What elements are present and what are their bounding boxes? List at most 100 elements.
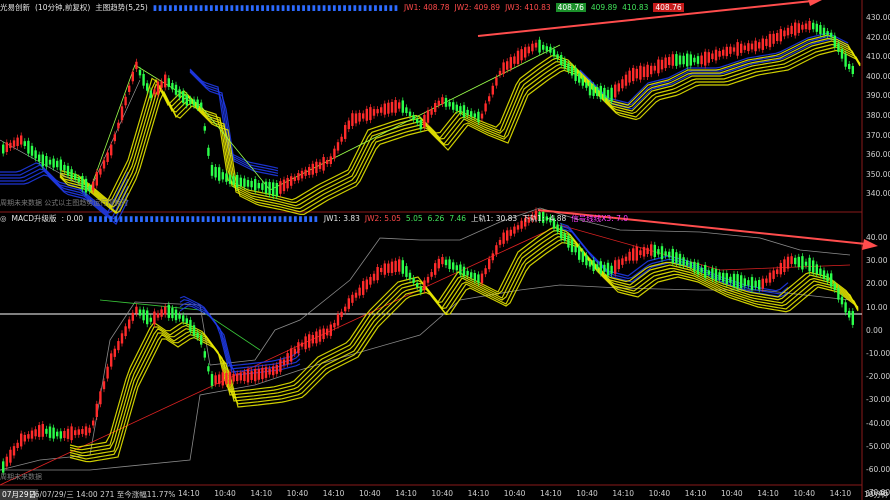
macd-candle: [462, 266, 466, 277]
macd-candle: [221, 372, 224, 386]
main-candle: [113, 134, 116, 142]
macd-y-label: 10.00: [866, 302, 888, 312]
main-candle: [135, 61, 138, 70]
macd-candle: [830, 273, 833, 287]
main-candle: [279, 181, 282, 194]
macd-candle: [174, 309, 178, 321]
macd-candle: [628, 251, 631, 261]
main-y-label: 350.00: [866, 169, 890, 179]
macd-title[interactable]: MACD升级版: [12, 213, 57, 224]
time-tick: 14:10: [612, 489, 635, 498]
main-candle: [358, 112, 361, 122]
macd-candle: [142, 309, 145, 321]
macd-candle: [740, 275, 743, 289]
macd-candle: [423, 280, 426, 290]
macd-value-7: 信号线线X3: 7.0: [571, 213, 629, 223]
main-candle: [470, 111, 473, 117]
main-candle: [678, 55, 682, 65]
macd-candle: [696, 262, 700, 275]
macd-candle: [772, 270, 775, 279]
main-top-values: JW1: 408.78 JW2: 409.89 JW3: 410.83 408.76 4…: [404, 2, 689, 12]
main-candle: [549, 46, 552, 53]
macd-candle: [106, 366, 109, 379]
period-button[interactable]: 10分钟: [864, 489, 889, 500]
macd-candle: [419, 286, 422, 293]
main-candle: [729, 46, 732, 54]
macd-value-5: 上轨1: 30.83: [471, 213, 518, 223]
macd-candle: [362, 281, 365, 295]
macd-candle: [606, 262, 610, 276]
main-candle: [765, 38, 768, 46]
main-candle: [376, 109, 379, 114]
macd-candle: [732, 273, 736, 288]
macd-candle: [513, 226, 516, 234]
main-candle: [516, 50, 520, 65]
macd-candle: [585, 255, 588, 266]
macd-candle: [642, 247, 646, 257]
main-candle: [203, 126, 206, 131]
main-candle: [106, 152, 109, 162]
main-candle: [171, 83, 174, 90]
main-candle: [336, 142, 340, 151]
main-trend-green: [89, 44, 561, 191]
macd-candle: [466, 270, 469, 276]
macd-candle: [509, 229, 512, 236]
indicator-label[interactable]: 主图趋势(5,25): [95, 2, 148, 13]
macd-candle: [725, 273, 728, 284]
period-label: (10分钟,前复权): [35, 2, 91, 12]
macd-candle: [408, 272, 412, 280]
main-candle: [689, 54, 692, 66]
macd-candle: [351, 294, 354, 303]
main-candle: [16, 137, 19, 147]
macd-candle: [160, 309, 163, 317]
main-candle: [804, 23, 808, 30]
macd-candle: [138, 309, 142, 316]
main-candle: [2, 144, 5, 154]
macd-candle: [304, 336, 307, 350]
macd-chart-layer[interactable]: [0, 207, 859, 486]
main-candle: [185, 94, 188, 106]
macd-candle: [675, 252, 678, 263]
main-candle: [272, 182, 275, 197]
macd-candle: [693, 261, 696, 272]
macd-candle: [826, 273, 829, 282]
macd-candle: [41, 424, 44, 437]
macd-candle: [588, 260, 592, 267]
macd-candle: [488, 258, 491, 270]
macd-candle: [128, 319, 131, 329]
main-candle: [221, 172, 224, 180]
main-candle: [124, 96, 127, 106]
main-chart-layer[interactable]: [0, 17, 861, 225]
macd-candle: [686, 260, 689, 266]
stock-title[interactable]: 光易创新: [0, 2, 30, 13]
main-candle: [743, 45, 746, 50]
main-value-3: 408.76: [555, 2, 586, 12]
macd-y-label: -10.00: [866, 349, 890, 358]
macd-value-3: 6.26: [427, 213, 445, 223]
macd-candle: [484, 268, 487, 275]
macd-value-1: JW2: 5.05: [364, 213, 401, 223]
macd-candle: [329, 324, 332, 336]
main-candle: [462, 105, 466, 118]
main-candle: [160, 81, 163, 88]
main-y-label: 410.00: [866, 52, 890, 62]
main-candle: [502, 62, 505, 74]
arrow-right-icon: [808, 0, 822, 6]
main-candle: [372, 109, 376, 116]
macd-candle: [560, 226, 563, 239]
main-candle: [567, 63, 570, 72]
macd-candle: [146, 310, 149, 325]
main-candle: [754, 40, 757, 52]
main-candle: [300, 170, 304, 179]
macd-candle: [516, 225, 520, 230]
macd-candle: [700, 267, 703, 273]
main-candle: [131, 71, 134, 82]
macd-candle: [56, 431, 59, 437]
main-candle: [480, 113, 484, 119]
main-panel-note: 周期未来数据 公式以主图趋势运行得耗时: [0, 199, 129, 207]
chart-stage[interactable]: [0, 0, 890, 500]
macd-candle: [444, 259, 448, 266]
macd-candle: [448, 259, 451, 269]
main-candle: [254, 179, 257, 191]
macd-y-label: 40.00: [866, 233, 888, 242]
